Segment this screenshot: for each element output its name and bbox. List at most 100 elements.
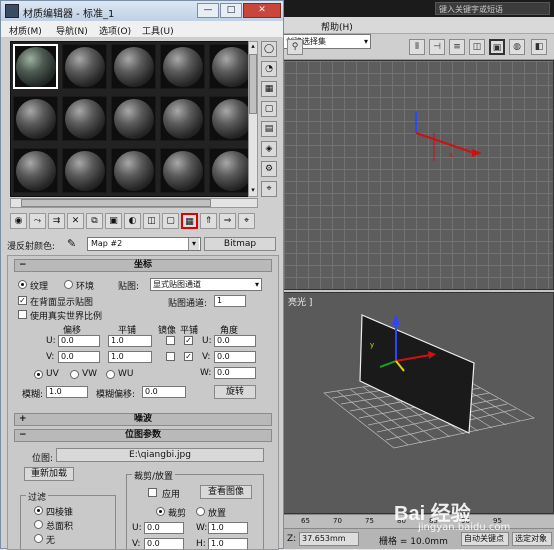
select-by-material-icon[interactable]: ⌖ (261, 181, 277, 197)
sample-slot[interactable] (160, 148, 205, 193)
texture-radio[interactable] (18, 280, 27, 289)
map-name-input[interactable]: Map #2 ▾ (87, 237, 201, 251)
sample-slot[interactable] (160, 96, 205, 141)
uv-radio[interactable] (34, 370, 43, 379)
make-preview-icon[interactable]: ◈ (261, 141, 277, 157)
show-map-in-viewport-icon[interactable]: ▦ (181, 213, 198, 229)
viewport-top[interactable]: x (283, 60, 554, 290)
get-material-icon[interactable]: ◉ (10, 213, 27, 229)
select-link-icon[interactable]: ⚲ (287, 39, 303, 55)
search-input[interactable]: 键入关键字或短语 (435, 2, 550, 15)
reset-map-icon[interactable]: ✕ (67, 213, 84, 229)
reload-button[interactable]: 重新加载 (24, 467, 74, 481)
real-world-checkbox[interactable] (18, 310, 27, 319)
sample-type-icon[interactable]: ◯ (261, 41, 277, 57)
menu-material[interactable]: 材质(M) (9, 24, 42, 37)
crop-h-spinner[interactable]: 1.0 (208, 538, 248, 549)
pick-from-object-icon[interactable]: ⌖ (238, 213, 255, 229)
map-channel-spinner[interactable]: 1 (214, 295, 246, 307)
u-mirror-checkbox[interactable] (166, 336, 175, 345)
rollout-bitmap-params-header[interactable]: − 位图参数 (14, 429, 272, 442)
show-on-back-checkbox[interactable]: ✓ (18, 296, 27, 305)
sample-slot-selected[interactable] (13, 44, 58, 89)
u-tiling-spinner[interactable]: 1.0 (108, 335, 152, 347)
bitmap-path-button[interactable]: E:\qiangbi.jpg (56, 448, 264, 462)
sample-uv-tiling-icon[interactable]: ▢ (261, 101, 277, 117)
schematic-view-icon[interactable]: ▣ (489, 39, 505, 55)
mirror-icon[interactable]: ⫴ (409, 39, 425, 55)
crop-v-spinner[interactable]: 0.0 (144, 538, 184, 549)
sample-slot[interactable] (13, 96, 58, 141)
u-offset-spinner[interactable]: 0.0 (58, 335, 100, 347)
menu-navigation[interactable]: 导航(N) (56, 24, 88, 37)
summed-area-radio[interactable] (34, 520, 43, 529)
v-angle-spinner[interactable]: 0.0 (214, 351, 256, 363)
auto-key-button[interactable]: 自动关键点 (461, 532, 509, 546)
v-mirror-checkbox[interactable] (166, 352, 175, 361)
show-shaded-map-icon[interactable]: ◫ (143, 213, 160, 229)
menu-options[interactable]: 选项(O) (99, 24, 131, 37)
menu-help[interactable]: 帮助(H) (321, 20, 353, 33)
scroll-up-icon[interactable]: ▴ (249, 42, 257, 52)
close-button[interactable]: ✕ (243, 3, 281, 18)
apply-checkbox[interactable] (148, 488, 157, 497)
scrollbar-thumb[interactable] (21, 199, 211, 207)
put-to-scene-icon[interactable]: ⤳ (29, 213, 46, 229)
sample-slot[interactable] (160, 44, 205, 89)
title-bar[interactable]: 材质编辑器 - 标准_1 — □ ✕ (1, 1, 283, 21)
go-to-parent-icon[interactable]: ⇑ (200, 213, 217, 229)
show-end-result-icon[interactable]: ▢ (162, 213, 179, 229)
assign-to-selection-icon[interactable]: ⇉ (48, 213, 65, 229)
video-color-check-icon[interactable]: ▤ (261, 121, 277, 137)
material-id-icon[interactable]: ◐ (124, 213, 141, 229)
material-editor-icon[interactable]: ◍ (509, 39, 525, 55)
vw-radio[interactable] (70, 370, 79, 379)
v-offset-spinner[interactable]: 0.0 (58, 351, 100, 363)
mapping-dropdown[interactable]: 显式贴图通道 ▾ (150, 278, 262, 291)
sample-slot[interactable] (13, 148, 58, 193)
u-angle-spinner[interactable]: 0.0 (214, 335, 256, 347)
selected-object-field[interactable]: 选定对象 (512, 532, 552, 546)
blur-spinner[interactable]: 1.0 (46, 386, 88, 398)
sample-slot[interactable] (62, 148, 107, 193)
eyedropper-icon[interactable]: ✎ (67, 237, 76, 250)
scrollbar-thumb[interactable] (249, 54, 257, 114)
filter-none-radio[interactable] (34, 534, 43, 543)
sample-slot[interactable] (111, 148, 156, 193)
v-tile-checkbox[interactable]: ✓ (184, 352, 193, 361)
rollout-noise-header[interactable]: + 噪波 (14, 413, 272, 426)
blur-offset-spinner[interactable]: 0.0 (142, 386, 186, 398)
chevron-down-icon[interactable]: ▾ (188, 238, 199, 250)
go-forward-sibling-icon[interactable]: ⇒ (219, 213, 236, 229)
pyramidal-radio[interactable] (34, 506, 43, 515)
view-image-button[interactable]: 查看图像 (200, 485, 252, 499)
slots-vertical-scrollbar[interactable]: ▴ ▾ (248, 41, 258, 197)
rotate-button[interactable]: 旋转 (214, 385, 256, 399)
minimize-button[interactable]: — (197, 3, 219, 18)
curve-editor-icon[interactable]: ◫ (469, 39, 485, 55)
sample-slot[interactable] (62, 44, 107, 89)
environ-radio[interactable] (64, 280, 73, 289)
wu-radio[interactable] (106, 370, 115, 379)
layer-icon[interactable]: ≡ (449, 39, 465, 55)
menu-utilities[interactable]: 工具(U) (142, 24, 174, 37)
sample-slot[interactable] (111, 44, 156, 89)
background-icon[interactable]: ▦ (261, 81, 277, 97)
coord-z-field[interactable]: 37.653mm (299, 532, 359, 546)
render-setup-icon[interactable]: ◧ (531, 39, 547, 55)
place-radio[interactable] (196, 507, 205, 516)
u-tile-checkbox[interactable]: ✓ (184, 336, 193, 345)
make-unique-icon[interactable]: ⧉ (86, 213, 103, 229)
rollout-coordinates-header[interactable]: − 坐标 (14, 259, 272, 272)
viewport-perspective[interactable]: 亮光 ] y (283, 292, 554, 514)
options-icon[interactable]: ⚙ (261, 161, 277, 177)
slots-horizontal-scrollbar[interactable] (10, 198, 258, 208)
crop-radio[interactable] (156, 507, 165, 516)
maximize-button[interactable]: □ (220, 3, 242, 18)
crop-w-spinner[interactable]: 1.0 (208, 522, 248, 534)
map-type-button[interactable]: Bitmap (204, 237, 276, 251)
put-to-library-icon[interactable]: ▣ (105, 213, 122, 229)
scroll-down-icon[interactable]: ▾ (249, 186, 257, 196)
sample-slot[interactable] (111, 96, 156, 141)
backlight-icon[interactable]: ◔ (261, 61, 277, 77)
